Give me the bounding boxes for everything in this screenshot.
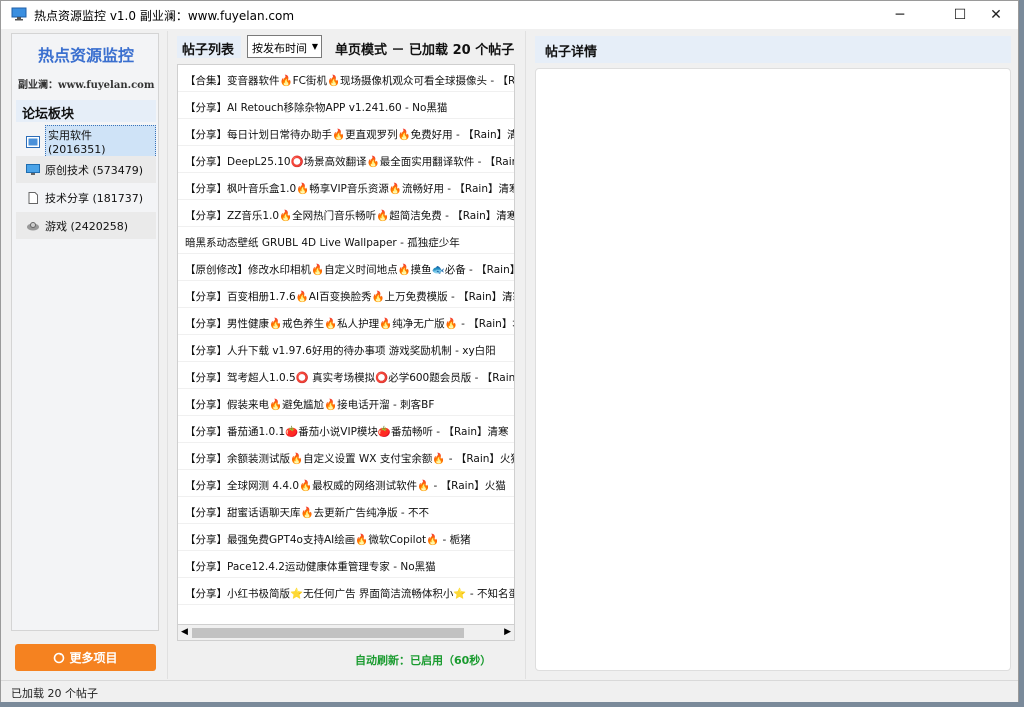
app-icon xyxy=(26,135,40,148)
brand-url: 副业澜：www.fuyelan.com xyxy=(18,80,155,91)
game-icon xyxy=(27,221,39,230)
post-list-title: 帖子列表 xyxy=(177,36,241,58)
post-item[interactable]: 【分享】百变相册1.7.6🔥AI百变换脸秀🔥上万免费模版 - 【Rain】清寒 xyxy=(178,281,514,308)
category-label: 原创技术 (573479) xyxy=(45,163,144,177)
scroll-right-icon[interactable]: ▶ xyxy=(504,627,511,637)
sort-select-value: 按发布时间 xyxy=(252,42,307,55)
close-button[interactable]: ✕ xyxy=(973,1,1019,29)
post-item[interactable]: 【分享】枫叶音乐盒1.0🔥畅享VIP音乐资源🔥流畅好用 - 【Rain】清寒 xyxy=(178,173,514,200)
status-text: 已加载 20 个帖子 xyxy=(11,687,98,700)
post-item[interactable]: 【分享】全球网测 4.4.0🔥最权威的网络测试软件🔥 - 【Rain】火猫 xyxy=(178,470,514,497)
panel-divider xyxy=(167,31,168,679)
auto-refresh-status: 自动刷新：已启用（60秒） xyxy=(355,654,492,667)
post-item[interactable]: 【分享】番茄通1.0.1🍅番茄小说VIP模块🍅番茄畅听 - 【Rain】清寒 xyxy=(178,416,514,443)
monitor-icon xyxy=(11,7,27,21)
post-item[interactable]: 【分享】假装来电🔥避免尴尬🔥接电话开溜 - 刺客BF xyxy=(178,389,514,416)
minimize-button[interactable]: ─ xyxy=(877,1,923,29)
category-item-original-tech[interactable]: 原创技术 (573479) xyxy=(16,156,156,183)
more-projects-button[interactable]: 更多项目 xyxy=(15,644,156,671)
post-item[interactable]: 【原创修改】修改水印相机🔥自定义时间地点🔥摸鱼🐟必备 - 【Rain】坤坤 xyxy=(178,254,514,281)
scroll-left-icon[interactable]: ◀ xyxy=(181,627,188,637)
panel-divider xyxy=(525,31,526,679)
post-detail-title: 帖子详情 xyxy=(535,36,1011,63)
post-item[interactable]: 【分享】小红书极简版⭐无任何广告 界面简洁流畅体积小⭐ - 不知名蛋 xyxy=(178,578,514,605)
post-item[interactable]: 【分享】驾考超人1.0.5⭕ 真实考场模拟⭕必学600题会员版 - 【Rain】… xyxy=(178,362,514,389)
monitor-icon xyxy=(26,163,40,175)
window-title: 热点资源监控 v1.0 副业澜：www.fuyelan.com xyxy=(34,9,295,23)
category-label: 游戏 (2420258) xyxy=(45,219,129,233)
post-item[interactable]: 【合集】变音器软件🔥FC街机🔥现场摄像机观众可看全球摄像头 - 【Rain】 xyxy=(178,65,514,92)
category-item-games[interactable]: 游戏 (2420258) xyxy=(16,212,156,239)
load-mode-text: 单页模式 － 已加载 20 个帖子 xyxy=(335,43,515,58)
category-label: 实用软件 (2016351) xyxy=(45,125,156,158)
status-bar: 已加载 20 个帖子 xyxy=(1,680,1018,702)
post-item[interactable]: 【分享】余额装测试版🔥自定义设置 WX 支付宝余额🔥 - 【Rain】火猫 xyxy=(178,443,514,470)
post-item[interactable]: 【分享】Pace12.4.2运动健康体重管理专家 - No黑猫 xyxy=(178,551,514,578)
post-item[interactable]: 【分享】男性健康🔥戒色养生🔥私人护理🔥纯净无广版🔥 - 【Rain】坤坤 xyxy=(178,308,514,335)
app-window: 热点资源监控 v1.0 副业澜：www.fuyelan.com ─ ☐ ✕ 热点… xyxy=(0,0,1019,702)
post-item[interactable]: 【分享】甜蜜话语聊天库🔥去更新广告纯净版 - 不不 xyxy=(178,497,514,524)
forum-section-header: 论坛板块 xyxy=(16,100,156,122)
title-bar[interactable]: 热点资源监控 v1.0 副业澜：www.fuyelan.com ─ ☐ ✕ xyxy=(1,1,1018,29)
post-item[interactable]: 暗黑系动态壁纸 GRUBL 4D Live Wallpaper - 孤独症少年 xyxy=(178,227,514,254)
post-item[interactable]: 【分享】ZZ音乐1.0🔥全网热门音乐畅听🔥超简洁免费 - 【Rain】清寒 xyxy=(178,200,514,227)
post-item[interactable]: 【分享】最强免费GPT4o支持AI绘画🔥微软Copilot🔥 - 栀猪 xyxy=(178,524,514,551)
post-item[interactable]: 【分享】每日计划日常待办助手🔥更直观罗列🔥免费好用 - 【Rain】清寒 xyxy=(178,119,514,146)
category-item-tech-share[interactable]: 技术分享 (181737) xyxy=(16,184,156,211)
post-list: 【合集】变音器软件🔥FC街机🔥现场摄像机观众可看全球摄像头 - 【Rain】 【… xyxy=(177,64,515,641)
sort-select[interactable]: 按发布时间 ▼ xyxy=(247,35,322,58)
app-brand: 热点资源监控 xyxy=(37,46,134,65)
category-label: 技术分享 (181737) xyxy=(45,191,144,205)
chevron-down-icon: ▼ xyxy=(311,42,318,51)
document-icon xyxy=(28,191,38,204)
horizontal-scrollbar[interactable]: ◀ ▶ xyxy=(177,624,515,641)
more-projects-label: 更多项目 xyxy=(69,651,118,665)
post-item[interactable]: 【分享】AI Retouch移除杂物APP v1.241.60 - No黑猫 xyxy=(178,92,514,119)
category-item-software[interactable]: 实用软件 (2016351) xyxy=(16,125,156,158)
scrollbar-thumb[interactable] xyxy=(192,628,464,638)
post-detail-panel xyxy=(535,68,1011,671)
sidebar: 热点资源监控 副业澜：www.fuyelan.com 论坛板块 实用软件 (20… xyxy=(11,33,159,631)
post-item[interactable]: 【分享】DeepL25.10⭕场景高效翻译🔥最全面实用翻译软件 - 【Rain】 xyxy=(178,146,514,173)
refresh-icon xyxy=(54,652,65,663)
post-item[interactable]: 【分享】人升下载 v1.97.6好用的待办事项 游戏奖励机制 - xy白阳 xyxy=(178,335,514,362)
